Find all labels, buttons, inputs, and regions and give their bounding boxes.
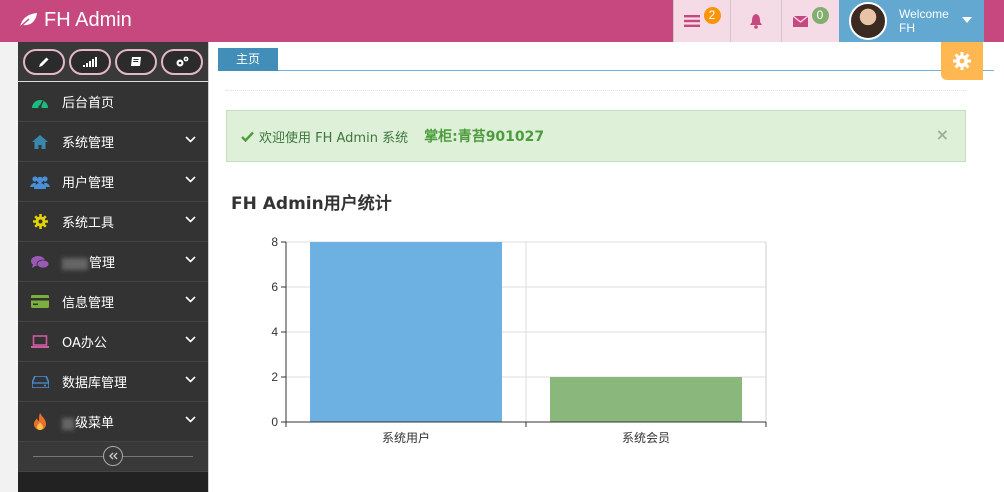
shortcut-pencil-button[interactable] — [23, 48, 65, 75]
chevron-down-icon — [185, 136, 196, 143]
home-icon — [30, 134, 50, 149]
chevron-down-icon — [185, 376, 196, 383]
sidebar-item-comments[interactable]: 管理 — [18, 242, 208, 282]
tab-home[interactable]: 主页 — [218, 48, 278, 71]
alert-close-button[interactable]: × — [936, 125, 949, 144]
sidebar-item-label: 信息管理 — [62, 296, 115, 311]
welcome-message: 欢迎使用 FH Admin 系统 — [259, 130, 409, 146]
chevron-down-icon — [185, 416, 196, 423]
top-navbar: FH Admin 2 0 Welcome FH — [0, 0, 1004, 42]
dashboard-icon — [30, 95, 50, 109]
redacted-text — [62, 417, 74, 430]
cog-icon — [30, 214, 50, 229]
sidebar-item-label: 后台首页 — [62, 96, 115, 111]
sidebar-item-tools[interactable]: 系统工具 — [18, 202, 208, 242]
brand-logo[interactable]: FH Admin — [18, 7, 132, 33]
sidebar-item-label: 系统管理 — [62, 136, 115, 151]
navbar-edge — [984, 0, 1004, 42]
chevron-down-icon — [185, 176, 196, 183]
shortcut-cogs-button[interactable] — [161, 48, 203, 75]
laptop-icon — [30, 335, 50, 348]
sidebar-item-label-wrap: 管理 — [62, 252, 115, 271]
caret-down-icon — [962, 17, 972, 23]
messages-button[interactable]: 0 — [781, 0, 839, 42]
chevron-down-icon — [185, 296, 196, 303]
tasks-button[interactable]: 2 — [673, 0, 730, 42]
tasks-badge: 2 — [703, 6, 721, 24]
page-left-edge — [0, 42, 18, 492]
main-content: 主页 欢迎使用 FH Admin 系统 掌柜:青苔901027 × FH Adm… — [210, 42, 1004, 492]
messages-badge: 0 — [811, 6, 829, 24]
notifications-button[interactable] — [730, 0, 781, 42]
check-icon — [241, 131, 254, 142]
bar — [550, 377, 742, 422]
signal-icon — [83, 56, 97, 67]
sidebar-item-oa[interactable]: OA办公 — [18, 322, 208, 362]
sidebar-item-info[interactable]: 信息管理 — [18, 282, 208, 322]
sidebar-collapse-bar — [18, 442, 208, 472]
chart-title: FH Admin用户统计 — [231, 194, 392, 214]
shortcut-bar — [18, 42, 208, 82]
shortcut-book-button[interactable] — [115, 48, 157, 75]
tab-bar: 主页 — [218, 48, 994, 71]
cogs-icon — [176, 56, 189, 66]
y-tick-label: 8 — [271, 235, 278, 249]
username: FH — [899, 21, 915, 35]
gear-icon — [953, 52, 971, 70]
avatar — [849, 2, 887, 40]
settings-button[interactable] — [941, 42, 983, 80]
sidebar: 后台首页 系统管理 用户管理 系统工具 管理 信息管理 OA办公 数据库管理 级… — [18, 42, 209, 492]
divider — [226, 90, 966, 91]
welcome-text: Welcome — [899, 7, 949, 21]
brand-title: FH Admin — [44, 8, 132, 31]
sidebar-item-label: 管理 — [89, 256, 116, 271]
chevron-down-icon — [185, 216, 196, 223]
redacted-text — [62, 257, 88, 270]
y-tick-label: 0 — [271, 415, 278, 429]
chevron-down-icon — [185, 336, 196, 343]
sidebar-item-label: OA办公 — [62, 336, 107, 351]
y-tick-label: 4 — [271, 325, 278, 339]
sidebar-item-label: 数据库管理 — [62, 376, 128, 391]
sidebar-item-home[interactable]: 后台首页 — [18, 82, 208, 122]
users-icon — [30, 175, 50, 189]
sidebar-collapse-button[interactable] — [103, 446, 123, 466]
credit-card-icon — [30, 295, 50, 308]
sidebar-item-label: 系统工具 — [62, 216, 115, 231]
sidebar-item-system[interactable]: 系统管理 — [18, 122, 208, 162]
leaf-icon — [19, 13, 37, 28]
x-tick-label: 系统会员 — [622, 431, 670, 445]
user-stats-chart: 0 2 4 6 8 系统用户 系统会员 — [271, 235, 767, 445]
owner-text: 掌柜:青苔901027 — [424, 129, 545, 145]
pencil-icon — [39, 57, 49, 67]
sidebar-item-label: 级菜单 — [75, 416, 115, 431]
sidebar-item-label-wrap: 级菜单 — [62, 412, 114, 431]
sidebar-item-users[interactable]: 用户管理 — [18, 162, 208, 202]
fire-icon — [30, 413, 50, 430]
hdd-icon — [30, 375, 50, 388]
bar — [310, 242, 502, 422]
user-info: Welcome FH — [899, 7, 949, 35]
double-chevron-left-icon — [109, 452, 118, 460]
bell-icon — [750, 13, 762, 29]
shortcut-signal-button[interactable] — [69, 48, 111, 75]
tasks-icon — [683, 15, 700, 27]
book-icon — [131, 56, 141, 66]
y-tick-label: 2 — [271, 370, 278, 384]
user-menu[interactable]: Welcome FH — [839, 0, 984, 42]
chevron-down-icon — [185, 256, 196, 263]
welcome-alert: 欢迎使用 FH Admin 系统 掌柜:青苔901027 × — [226, 110, 966, 162]
sidebar-item-label: 用户管理 — [62, 176, 115, 191]
x-tick-label: 系统用户 — [382, 430, 430, 445]
y-tick-label: 6 — [271, 280, 278, 294]
sidebar-item-multilevel[interactable]: 级菜单 — [18, 402, 208, 442]
comments-icon — [30, 255, 50, 269]
envelope-icon — [792, 15, 808, 27]
sidebar-item-database[interactable]: 数据库管理 — [18, 362, 208, 402]
